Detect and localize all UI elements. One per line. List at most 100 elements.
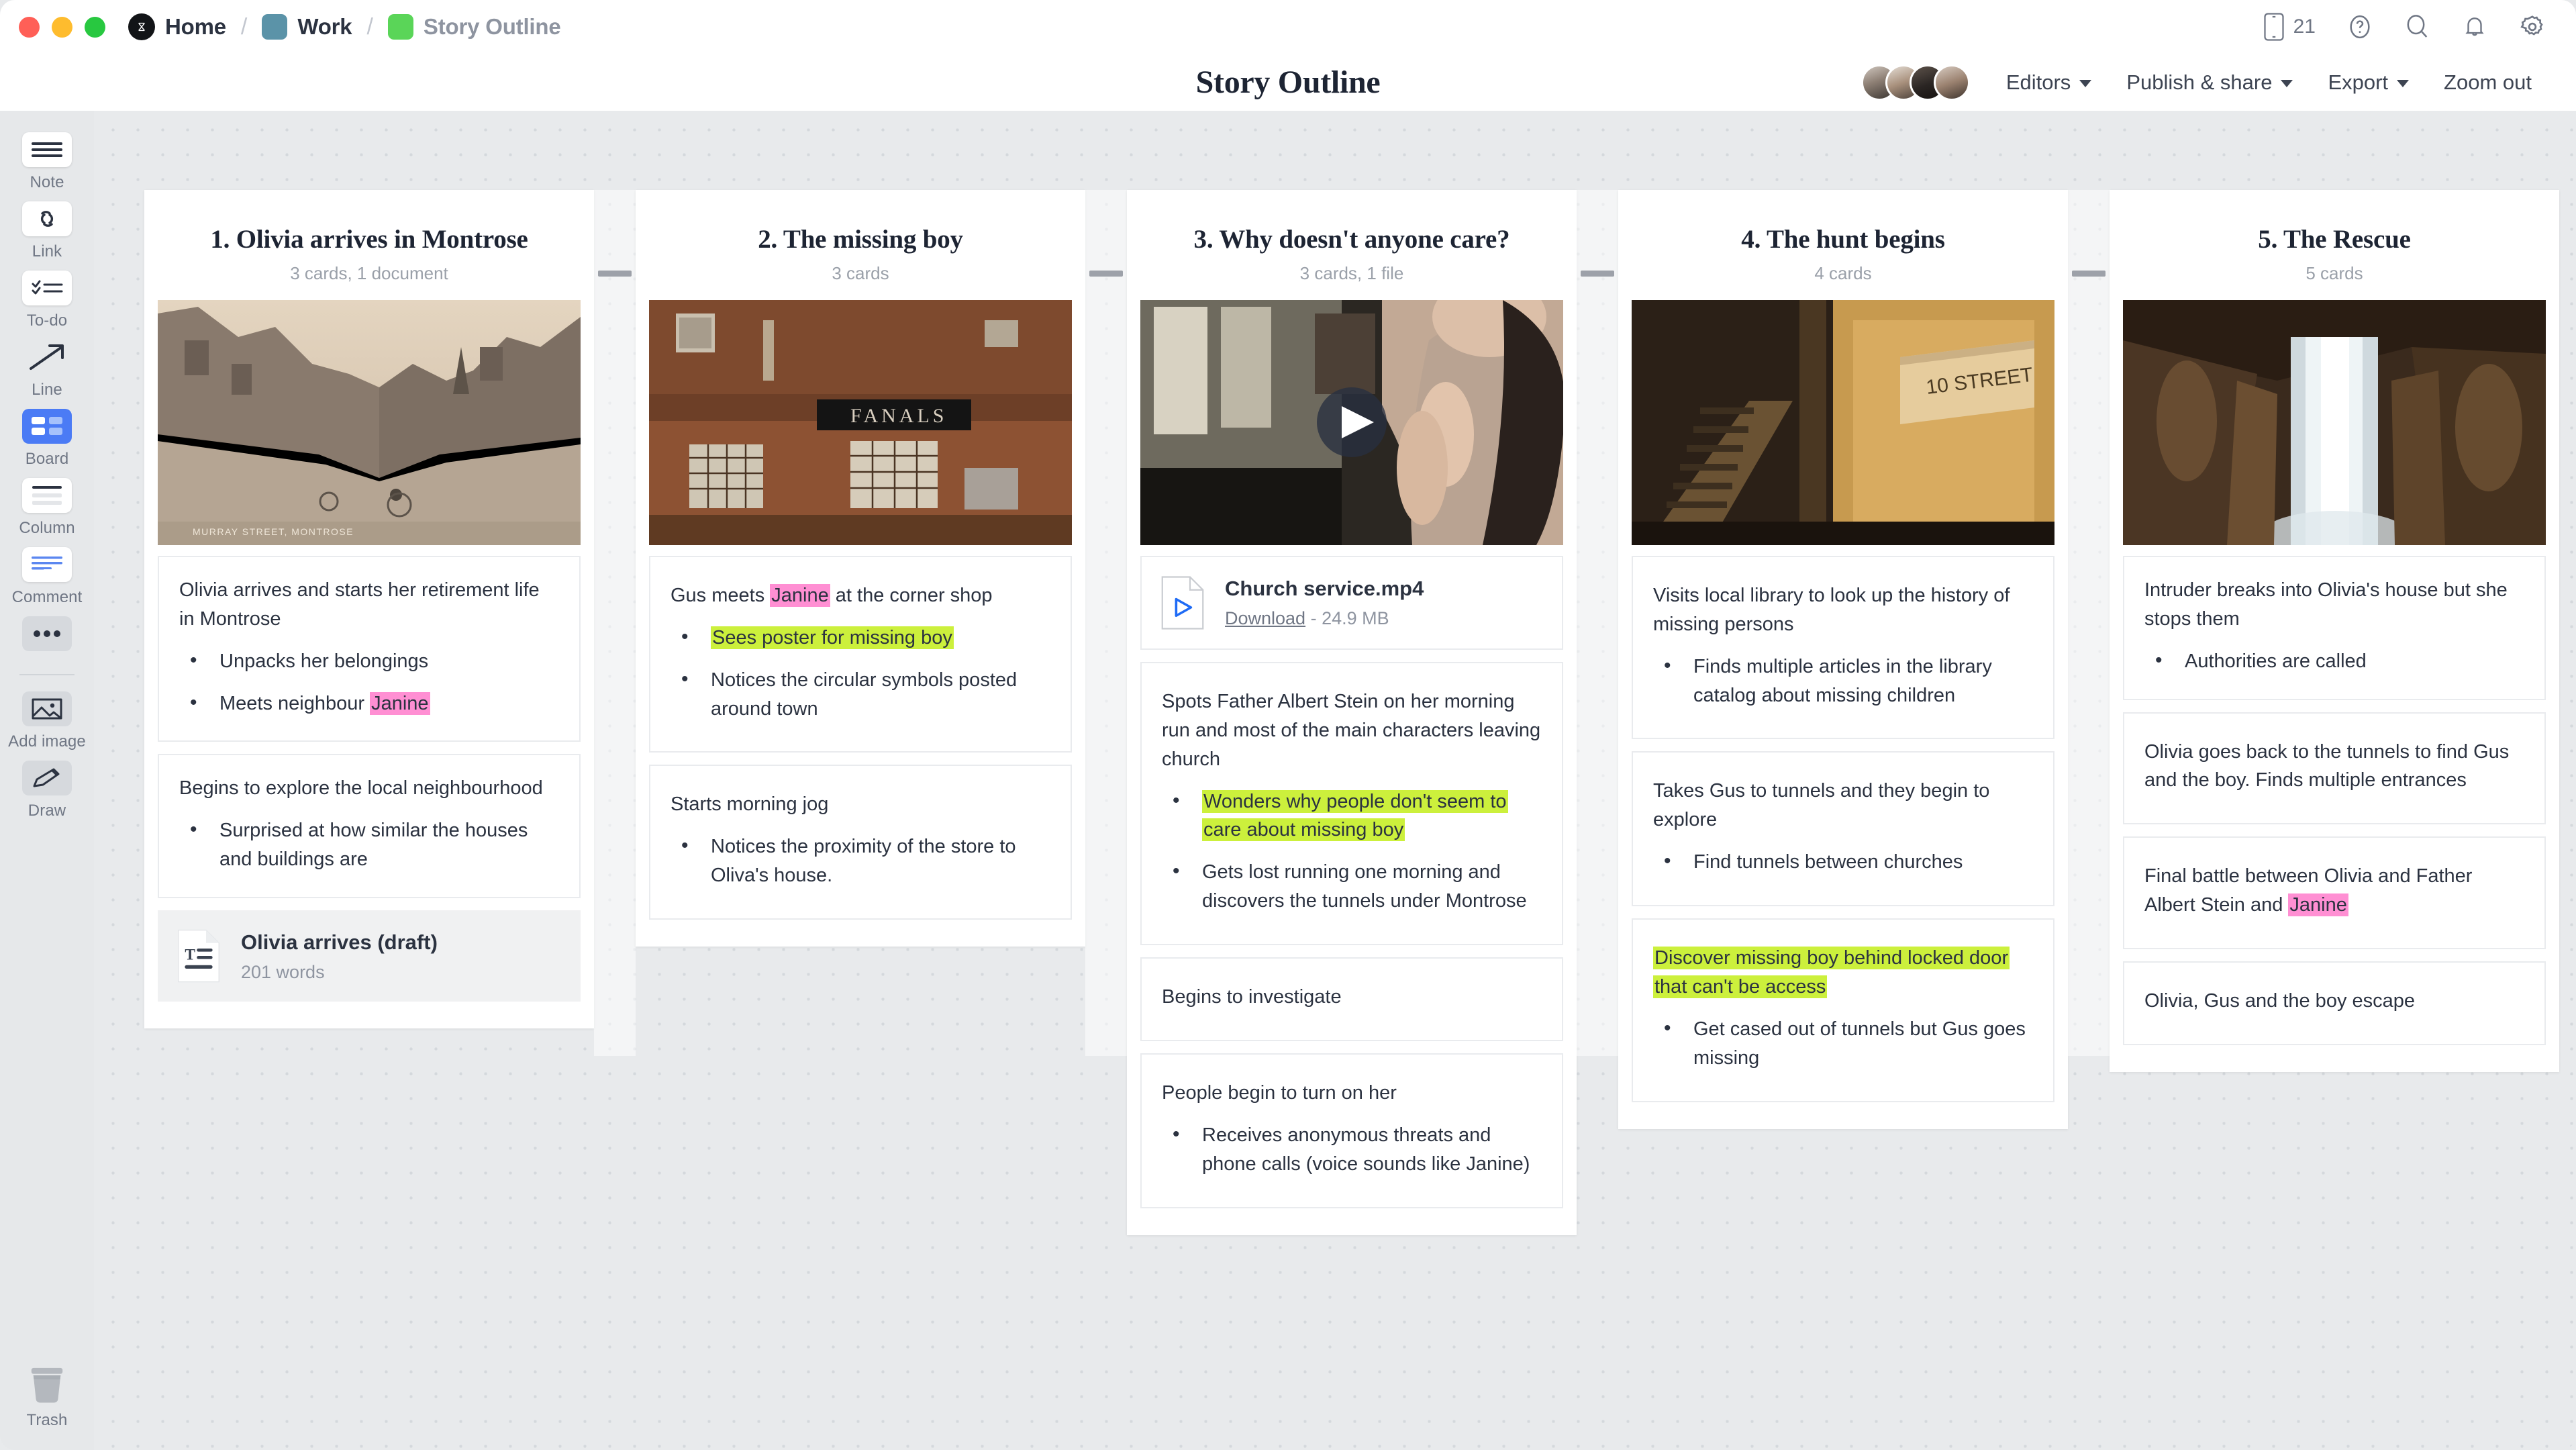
card-bullet: Finds multiple articles in the library c… xyxy=(1653,651,2033,710)
card-bullets: Authorities are called xyxy=(2144,646,2524,676)
sidebar-tool-note[interactable]: Note xyxy=(7,132,87,192)
card-heading: People begin to turn on her xyxy=(1162,1082,1397,1104)
sidebar-tool-add-image[interactable]: Add image xyxy=(7,691,87,751)
column-header[interactable]: 1. Olivia arrives in Montrose 3 cards, 1… xyxy=(144,190,594,300)
sidebar-tool-column[interactable]: Column xyxy=(7,478,87,538)
column-divider-1[interactable] xyxy=(594,190,636,1056)
board-card[interactable]: Discover missing boy behind locked door … xyxy=(1632,918,2054,1102)
board-canvas[interactable]: 0 Unsorted 1. Olivia arrives in Montrose… xyxy=(94,111,2576,1450)
card-bullets: Surprised at how similar the houses and … xyxy=(179,815,559,874)
board-card[interactable]: Spots Father Albert Stein on her morning… xyxy=(1140,661,1563,946)
sidebar-tool-label: Add image xyxy=(8,732,86,751)
tool-sidebar: Note Link To-do Line Board Column Commen… xyxy=(0,111,94,1450)
column-thumbnail-video[interactable] xyxy=(1140,299,1563,545)
column-title: 3. Why doesn't anyone care? xyxy=(1193,225,1510,254)
export-menu-button[interactable]: Export xyxy=(2310,70,2426,95)
sidebar-tool-todo[interactable]: To-do xyxy=(7,271,87,330)
column-header[interactable]: 5. The Rescue 5 cards xyxy=(2110,190,2559,300)
board-column-1[interactable]: 1. Olivia arrives in Montrose 3 cards, 1… xyxy=(144,190,594,1029)
svg-text:MURRAY STREET, MONTROSE: MURRAY STREET, MONTROSE xyxy=(193,526,354,537)
mobile-app-button[interactable]: 21 xyxy=(2264,13,2316,41)
breadcrumb-item-work[interactable]: Work xyxy=(262,14,352,40)
help-icon xyxy=(2350,15,2370,39)
help-button[interactable] xyxy=(2346,13,2373,40)
sidebar-tool-comment[interactable]: Comment xyxy=(7,547,87,607)
minimize-window-button[interactable] xyxy=(52,16,72,38)
highlight-pink: Janine xyxy=(2288,893,2348,917)
board-card[interactable]: Olivia goes back to the tunnels to find … xyxy=(2123,712,2546,825)
board-card[interactable]: Visits local library to look up the hist… xyxy=(1632,555,2054,740)
board-card[interactable]: Starts morning jog Notices the proximity… xyxy=(649,765,1072,920)
settings-button[interactable] xyxy=(2518,13,2546,41)
board-card[interactable]: Olivia arrives and starts her retirement… xyxy=(158,555,581,742)
sidebar-tool-draw[interactable]: Draw xyxy=(7,761,87,820)
document-card-title: Olivia arrives (draft) xyxy=(241,930,438,954)
card-bullets: Wonders why people don't seem to care ab… xyxy=(1162,786,1542,916)
svg-text:T: T xyxy=(185,947,195,964)
breadcrumb-item-home[interactable]: Home xyxy=(128,13,226,40)
notifications-button[interactable] xyxy=(2462,13,2487,40)
card-bullet: Surprised at how similar the houses and … xyxy=(179,815,559,874)
sidebar-more-tools-button[interactable] xyxy=(7,616,87,651)
column-subtitle: 3 cards, 1 document xyxy=(290,262,448,283)
card-bullets: Find tunnels between churches xyxy=(1653,847,2033,877)
board-card[interactable]: Intruder breaks into Olivia's house but … xyxy=(2123,555,2546,700)
board-column-5[interactable]: 5. The Rescue 5 cards Intruder breaks in… xyxy=(2110,190,2559,1073)
board-card[interactable]: Gus meets Janine at the corner shop Sees… xyxy=(649,555,1072,753)
editors-menu-button[interactable]: Editors xyxy=(1989,70,2109,95)
document-card[interactable]: T Olivia arrives (draft) 201 words xyxy=(158,910,581,1002)
board-card[interactable]: Takes Gus to tunnels and they begin to e… xyxy=(1632,751,2054,907)
board-card[interactable]: People begin to turn on her Receives ano… xyxy=(1140,1053,1563,1208)
avatar[interactable] xyxy=(1933,64,1970,101)
card-bullet: Unpacks her belongings xyxy=(179,646,559,676)
column-thumbnail-image[interactable] xyxy=(2123,299,2546,545)
sidebar-tool-link[interactable]: Link xyxy=(7,201,87,261)
column-list: 1. Olivia arrives in Montrose 3 cards, 1… xyxy=(144,190,2559,1235)
highlight-lime: Wonders why people don't seem to care ab… xyxy=(1202,789,1508,842)
sidebar-tool-board[interactable]: Board xyxy=(7,409,87,469)
column-divider-2[interactable] xyxy=(1085,190,1127,1056)
board-card[interactable]: Final battle between Olivia and Father A… xyxy=(2123,836,2546,950)
search-button[interactable] xyxy=(2404,13,2431,40)
board-column-4[interactable]: 4. The hunt begins 4 cards 10 STREET Vis… xyxy=(1618,190,2068,1129)
window-controls[interactable] xyxy=(19,16,105,38)
editor-avatars[interactable] xyxy=(1861,64,1970,101)
column-header[interactable]: 2. The missing boy 3 cards xyxy=(636,190,1085,300)
card-bullets: Unpacks her belongings Meets neighbour J… xyxy=(179,646,559,718)
document-card-meta: 201 words xyxy=(241,961,325,982)
board-column-2[interactable]: 2. The missing boy 3 cards FANALS Gus me… xyxy=(636,190,1085,947)
column-subtitle: 4 cards xyxy=(1814,262,1872,283)
download-link[interactable]: Download xyxy=(1225,608,1305,628)
publish-share-menu-button[interactable]: Publish & share xyxy=(2109,70,2310,95)
breadcrumb: Home / Work / Story Outline xyxy=(128,13,561,40)
column-header[interactable]: 3. Why doesn't anyone care? 3 cards, 1 f… xyxy=(1127,190,1577,300)
column-thumbnail-image[interactable]: 10 STREET xyxy=(1632,299,2054,545)
card-heading: Begins to explore the local neighbourhoo… xyxy=(179,777,543,800)
file-card[interactable]: Church service.mp4 Download - 24.9 MB xyxy=(1140,555,1563,650)
column-title: 4. The hunt begins xyxy=(1741,225,1945,254)
breadcrumb-item-story-outline[interactable]: Story Outline xyxy=(387,14,561,40)
column-header[interactable]: 4. The hunt begins 4 cards xyxy=(1618,190,2068,300)
column-thumbnail-image[interactable]: FANALS xyxy=(649,299,1072,545)
document-toolbar: Story Outline Editors Publish & share Ex… xyxy=(0,54,2576,111)
breadcrumb-label-story-outline: Story Outline xyxy=(423,14,561,39)
title-bar: Home / Work / Story Outline 21 xyxy=(0,0,2576,54)
board-card[interactable]: Olivia, Gus and the boy escape xyxy=(2123,961,2546,1046)
close-window-button[interactable] xyxy=(19,16,40,38)
board-card[interactable]: Begins to investigate xyxy=(1140,957,1563,1042)
column-divider-3[interactable] xyxy=(1577,190,1618,1056)
breadcrumb-separator: / xyxy=(240,13,248,40)
card-heading: Olivia, Gus and the boy escape xyxy=(2144,990,2416,1012)
column-thumbnail-image[interactable]: MURRAY STREET, MONTROSE xyxy=(158,299,581,545)
sidebar-tool-label: Line xyxy=(32,381,62,399)
maximize-window-button[interactable] xyxy=(85,16,105,38)
column-divider-4[interactable] xyxy=(2068,190,2110,1056)
zoom-out-button[interactable]: Zoom out xyxy=(2426,70,2549,95)
board-card[interactable]: Begins to explore the local neighbourhoo… xyxy=(158,754,581,899)
sidebar-tool-line[interactable]: Line xyxy=(7,340,87,399)
export-label: Export xyxy=(2328,70,2389,94)
publish-share-label: Publish & share xyxy=(2126,70,2273,94)
board-column-3[interactable]: 3. Why doesn't anyone care? 3 cards, 1 f… xyxy=(1127,190,1577,1235)
draw-pencil-icon xyxy=(22,761,72,795)
sidebar-trash-button[interactable]: Trash xyxy=(0,1366,94,1430)
